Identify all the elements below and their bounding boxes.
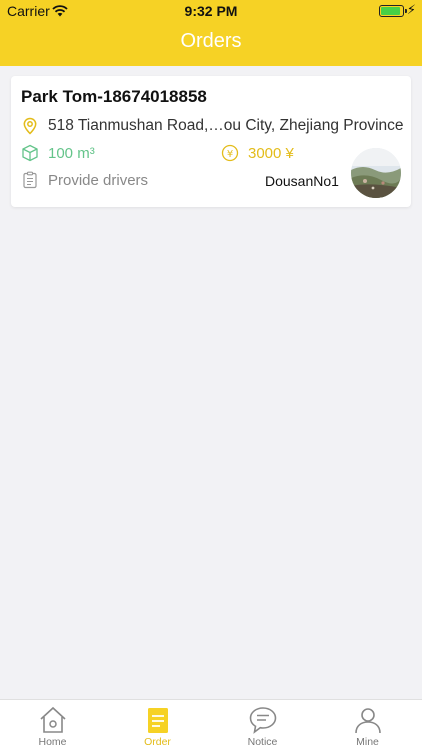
order-user-name: DousanNo1 bbox=[265, 173, 339, 189]
battery-icon bbox=[379, 5, 407, 17]
tab-home[interactable]: Home bbox=[0, 700, 105, 750]
yuan-coin-icon: ¥ bbox=[221, 144, 239, 162]
status-bar: Carrier 9:32 PM ⚡ bbox=[0, 0, 422, 22]
chat-bubble-icon bbox=[249, 707, 277, 734]
page-title: Orders bbox=[180, 30, 242, 52]
tab-bar: Home Order Notice Mine bbox=[0, 699, 422, 750]
tab-order[interactable]: Order bbox=[105, 700, 210, 750]
order-service: Provide drivers bbox=[48, 172, 149, 189]
order-card[interactable]: Park Tom-18674018858 518 Tianmushan Road… bbox=[11, 76, 411, 207]
tab-notice[interactable]: Notice bbox=[210, 700, 315, 750]
avatar[interactable] bbox=[351, 148, 401, 198]
order-volume: 100 m³ bbox=[48, 145, 95, 162]
cube-icon bbox=[21, 144, 39, 162]
clipboard-icon bbox=[21, 171, 39, 189]
tab-mine[interactable]: Mine bbox=[315, 700, 420, 750]
charging-icon: ⚡ bbox=[406, 2, 416, 17]
home-icon bbox=[40, 706, 66, 733]
order-contact: Park Tom-18674018858 bbox=[21, 87, 207, 106]
order-address: 518 Tianmushan Road,…ou City, Zhejiang P… bbox=[48, 117, 404, 134]
svg-text:¥: ¥ bbox=[227, 149, 233, 160]
header-bar: Carrier 9:32 PM ⚡ Orders bbox=[0, 0, 422, 66]
order-icon bbox=[148, 708, 168, 733]
clock: 9:32 PM bbox=[184, 3, 238, 19]
person-icon bbox=[355, 708, 381, 734]
tab-mine-label: Mine bbox=[356, 736, 379, 748]
location-pin-icon bbox=[21, 117, 39, 135]
tab-order-label: Order bbox=[144, 736, 171, 748]
tab-notice-label: Notice bbox=[247, 736, 278, 748]
tab-home-label: Home bbox=[38, 736, 67, 748]
order-price: 3000 ¥ bbox=[248, 145, 294, 162]
